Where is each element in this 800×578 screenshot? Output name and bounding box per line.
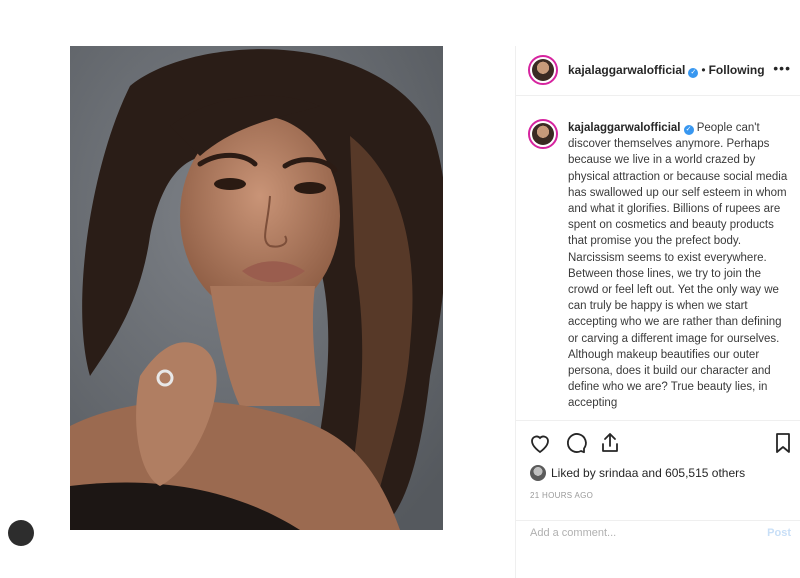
share-icon[interactable] <box>598 431 622 455</box>
caption-username[interactable]: kajalaggarwalofficial <box>568 122 681 134</box>
carousel-dot-icon[interactable] <box>8 520 34 546</box>
likes-summary[interactable]: Liked by srindaa and 605,515 others <box>530 465 745 481</box>
post-header: kajalaggarwalofficial ✓ • Following ••• <box>516 46 800 96</box>
more-options-icon[interactable]: ••• <box>773 60 791 76</box>
header-username[interactable]: kajalaggarwalofficial <box>568 63 685 77</box>
avatar[interactable] <box>528 55 558 85</box>
verified-icon: ✓ <box>688 68 699 78</box>
liker-avatar[interactable] <box>530 465 546 481</box>
caption-text-block: kajalaggarwalofficial ✓ People can't disc… <box>568 120 793 412</box>
separator-dot: • <box>701 63 706 77</box>
caption-body: People can't discover themselves anymore… <box>568 122 788 410</box>
heart-icon[interactable] <box>528 431 552 455</box>
comment-input[interactable] <box>530 527 730 539</box>
caption-avatar[interactable] <box>528 119 558 149</box>
likes-text[interactable]: Liked by srindaa and 605,515 others <box>551 466 745 480</box>
caption-verified-icon: ✓ <box>683 125 694 135</box>
caption-block: kajalaggarwalofficial ✓ People can't disc… <box>516 116 800 416</box>
post-sidebar: kajalaggarwalofficial ✓ • Following ••• kaj… <box>515 46 800 578</box>
post-timestamp[interactable]: 21 HOURS AGO <box>530 491 593 500</box>
comment-icon[interactable] <box>564 431 588 455</box>
bookmark-icon[interactable] <box>771 431 795 455</box>
post-comment-button[interactable]: Post <box>767 527 791 539</box>
post-photo[interactable] <box>70 46 443 530</box>
follow-button[interactable]: Following <box>709 63 765 77</box>
action-bar: Liked by srindaa and 605,515 others 21 H… <box>516 420 800 532</box>
header-meta: kajalaggarwalofficial ✓ • Following <box>568 63 765 78</box>
portrait-image <box>70 46 443 530</box>
comment-box: Post <box>516 520 800 560</box>
